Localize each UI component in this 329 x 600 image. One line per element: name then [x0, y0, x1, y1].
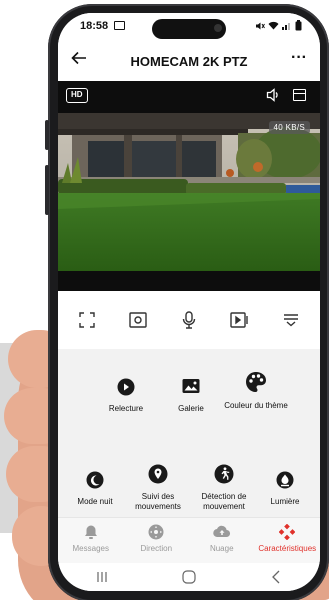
- wifi-icon: [268, 21, 279, 33]
- signal-icon: [282, 21, 292, 33]
- joystick-icon: [148, 524, 164, 540]
- tab-messages[interactable]: Messages: [58, 518, 124, 563]
- microphone-icon[interactable]: [175, 306, 203, 334]
- light-bulb-icon: [276, 471, 294, 489]
- tab-label: Messages: [72, 544, 109, 553]
- camera-controls: [58, 291, 320, 349]
- more-dots-icon[interactable]: ···: [288, 49, 310, 71]
- play-circle-icon: [117, 378, 135, 396]
- tab-label: Nuage: [209, 544, 234, 553]
- replay-label: Relecture: [108, 404, 144, 413]
- tab-label: Direction: [140, 544, 173, 553]
- hd-quality-button[interactable]: HD: [66, 88, 88, 103]
- system-nav-bar: [58, 563, 320, 591]
- fullscreen-icon[interactable]: [73, 306, 101, 334]
- light-label: Lumière: [270, 497, 300, 506]
- speaker-icon[interactable]: [266, 87, 280, 103]
- app-header: HOMECAM 2K PTZ ···: [58, 41, 320, 81]
- night-mode-button[interactable]: Mode nuit: [61, 471, 129, 507]
- tab-features[interactable]: Caractéristiques: [255, 518, 321, 563]
- motion-tracking-button[interactable]: Suivi des mouvements: [124, 464, 192, 512]
- garden-scene: [58, 113, 320, 271]
- theme-color-button[interactable]: Couleur du thème: [222, 371, 290, 411]
- running-person-icon: [214, 464, 234, 484]
- light-button[interactable]: Lumière: [251, 471, 319, 507]
- home-icon[interactable]: [179, 570, 199, 584]
- tab-direction[interactable]: Direction: [124, 518, 190, 563]
- video-toolbar: HD: [58, 81, 320, 109]
- status-time: 18:58: [80, 20, 109, 32]
- status-bar: 18:58: [58, 13, 320, 41]
- night-mode-label: Mode nuit: [77, 497, 113, 506]
- cloud-upload-icon: [212, 524, 231, 540]
- phone-screen: 18:58 HOMECAM 2K PTZ ··· HD 40 KB/S Rele…: [58, 13, 320, 591]
- recent-apps-icon[interactable]: [92, 570, 112, 584]
- gallery-button[interactable]: Galerie: [157, 378, 225, 414]
- gallery-label: Galerie: [178, 404, 204, 413]
- image-icon: [182, 378, 200, 396]
- palette-icon: [245, 371, 267, 393]
- motion-detection-button[interactable]: Détection de mouvement: [190, 464, 258, 512]
- system-back-icon[interactable]: [266, 570, 286, 584]
- expand-menu-icon[interactable]: [277, 306, 305, 334]
- motion-detection-label: Détection de mouvement: [201, 492, 247, 511]
- motion-tracking-label: Suivi des mouvements: [135, 492, 181, 511]
- tab-cloud[interactable]: Nuage: [189, 518, 255, 563]
- theme-color-label: Couleur du thème: [224, 401, 288, 410]
- location-pin-icon: [148, 464, 168, 484]
- battery-icon: [295, 20, 302, 34]
- bottom-tab-bar: Messages Direction Nuage Caractéristique…: [58, 517, 320, 563]
- features-diamond-icon: [278, 523, 296, 541]
- bell-icon: [83, 524, 99, 540]
- bitrate-badge: 40 KB/S: [268, 121, 310, 134]
- tab-label: Caractéristiques: [258, 544, 317, 553]
- snapshot-icon[interactable]: [124, 306, 152, 334]
- gallery-notification-icon: [114, 21, 125, 30]
- back-arrow-icon[interactable]: [68, 49, 90, 71]
- moon-icon: [86, 471, 104, 489]
- replay-button[interactable]: Relecture: [92, 378, 160, 414]
- layout-icon[interactable]: [293, 89, 306, 101]
- status-icons: [255, 20, 302, 34]
- phone-side-button: [45, 120, 49, 150]
- phone-side-button: [45, 165, 49, 215]
- page-title: HOMECAM 2K PTZ: [130, 54, 248, 69]
- mute-icon: [255, 21, 265, 34]
- front-camera: [214, 24, 222, 32]
- camera-live-view[interactable]: HD 40 KB/S: [58, 81, 320, 291]
- record-icon[interactable]: [226, 306, 254, 334]
- features-panel: Relecture Galerie Couleur du thème Mode …: [58, 349, 320, 517]
- camera-feed-image: 40 KB/S: [58, 113, 320, 271]
